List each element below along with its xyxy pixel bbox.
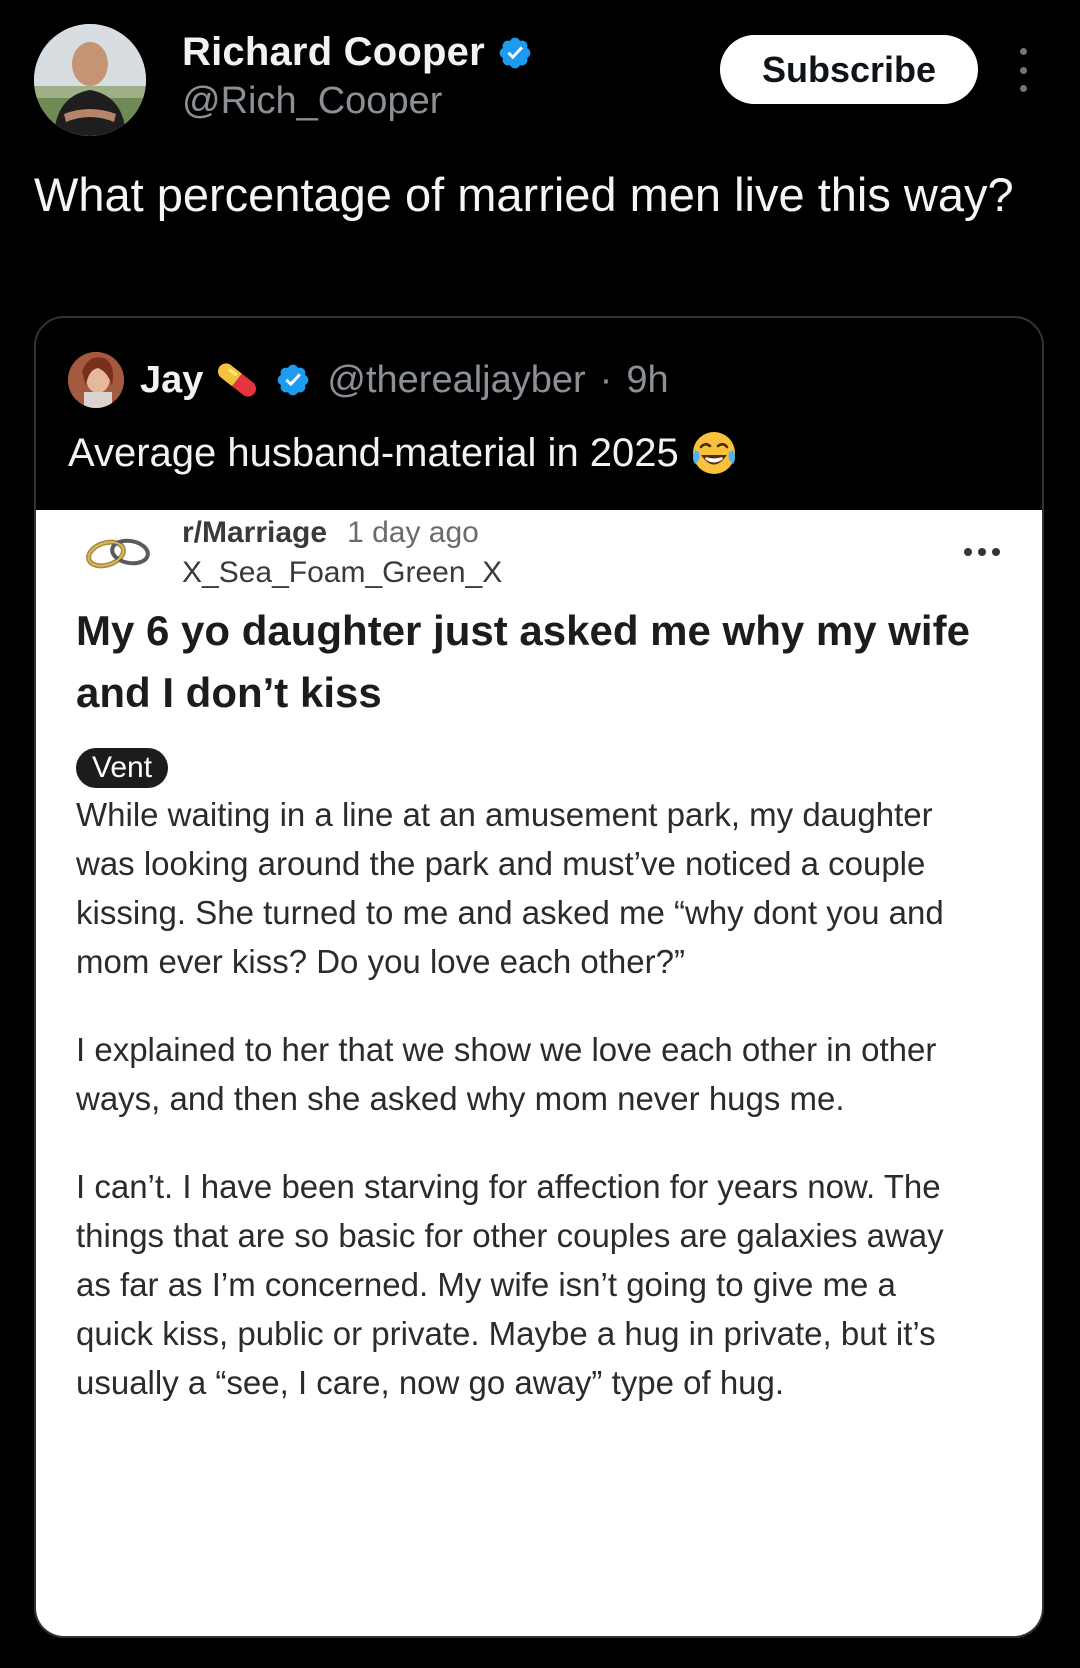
quote-avatar-photo <box>68 352 124 408</box>
post-age: 1 day ago <box>347 516 479 549</box>
face-with-tears-of-joy-icon <box>689 428 739 478</box>
quote-header: Jay @therealjayber · 9h <box>68 350 669 410</box>
more-dot <box>978 548 986 556</box>
quote-author-name[interactable]: Jay <box>140 359 203 402</box>
reddit-post-screenshot: r/Marriage 1 day ago X_Sea_Foam_Green_X … <box>36 510 1042 1636</box>
author-name-row: Richard Cooper <box>182 30 533 75</box>
post-meta-row: r/Marriage 1 day ago <box>182 516 479 550</box>
quote-text: Average husband-material in 2025 <box>68 430 679 475</box>
verified-badge-icon <box>275 362 311 398</box>
more-dot <box>1019 66 1027 74</box>
tweet-text: What percentage of married men live this… <box>34 168 1014 221</box>
quote-timestamp[interactable]: 9h <box>626 359 668 402</box>
author-name[interactable]: Richard Cooper <box>182 30 485 75</box>
post-flair: Vent <box>76 748 169 788</box>
author-photo <box>34 24 146 136</box>
quoted-tweet-card[interactable]: Jay @therealjayber · 9h Average husband-… <box>34 316 1044 1638</box>
quote-text-row: Average husband-material in 2025 <box>68 428 739 478</box>
post-paragraph: I can’t. I have been starving for affect… <box>76 1168 944 1401</box>
post-body: While waiting in a line at an amusement … <box>76 790 976 1446</box>
subreddit-name[interactable]: r/Marriage <box>182 516 327 550</box>
author-avatar[interactable] <box>34 24 146 136</box>
wedding-rings-icon <box>86 538 150 569</box>
more-dot <box>1019 48 1027 55</box>
post-paragraph: While waiting in a line at an amusement … <box>76 796 944 980</box>
tweet-header: Richard Cooper @Rich_Cooper Subscribe <box>0 0 1080 160</box>
more-dot <box>1019 85 1027 92</box>
quote-author-handle[interactable]: @therealjayber <box>327 359 585 402</box>
post-title[interactable]: My 6 yo daughter just asked me why my wi… <box>76 600 976 724</box>
author-handle[interactable]: @Rich_Cooper <box>182 80 442 123</box>
more-vertical-icon[interactable] <box>1010 48 1036 92</box>
meta-separator: · <box>599 358 613 401</box>
more-dot <box>964 548 972 556</box>
more-dot <box>992 548 1000 556</box>
post-paragraph: I explained to her that we show we love … <box>76 1031 937 1117</box>
subscribe-button[interactable]: Subscribe <box>720 35 978 104</box>
verified-badge-icon <box>497 35 533 71</box>
tweet-page: Richard Cooper @Rich_Cooper Subscribe Wh… <box>0 0 1080 1668</box>
quote-avatar[interactable] <box>68 352 124 408</box>
pill-icon <box>213 356 261 404</box>
post-username[interactable]: X_Sea_Foam_Green_X <box>182 556 502 590</box>
more-horizontal-icon[interactable] <box>964 546 1000 558</box>
